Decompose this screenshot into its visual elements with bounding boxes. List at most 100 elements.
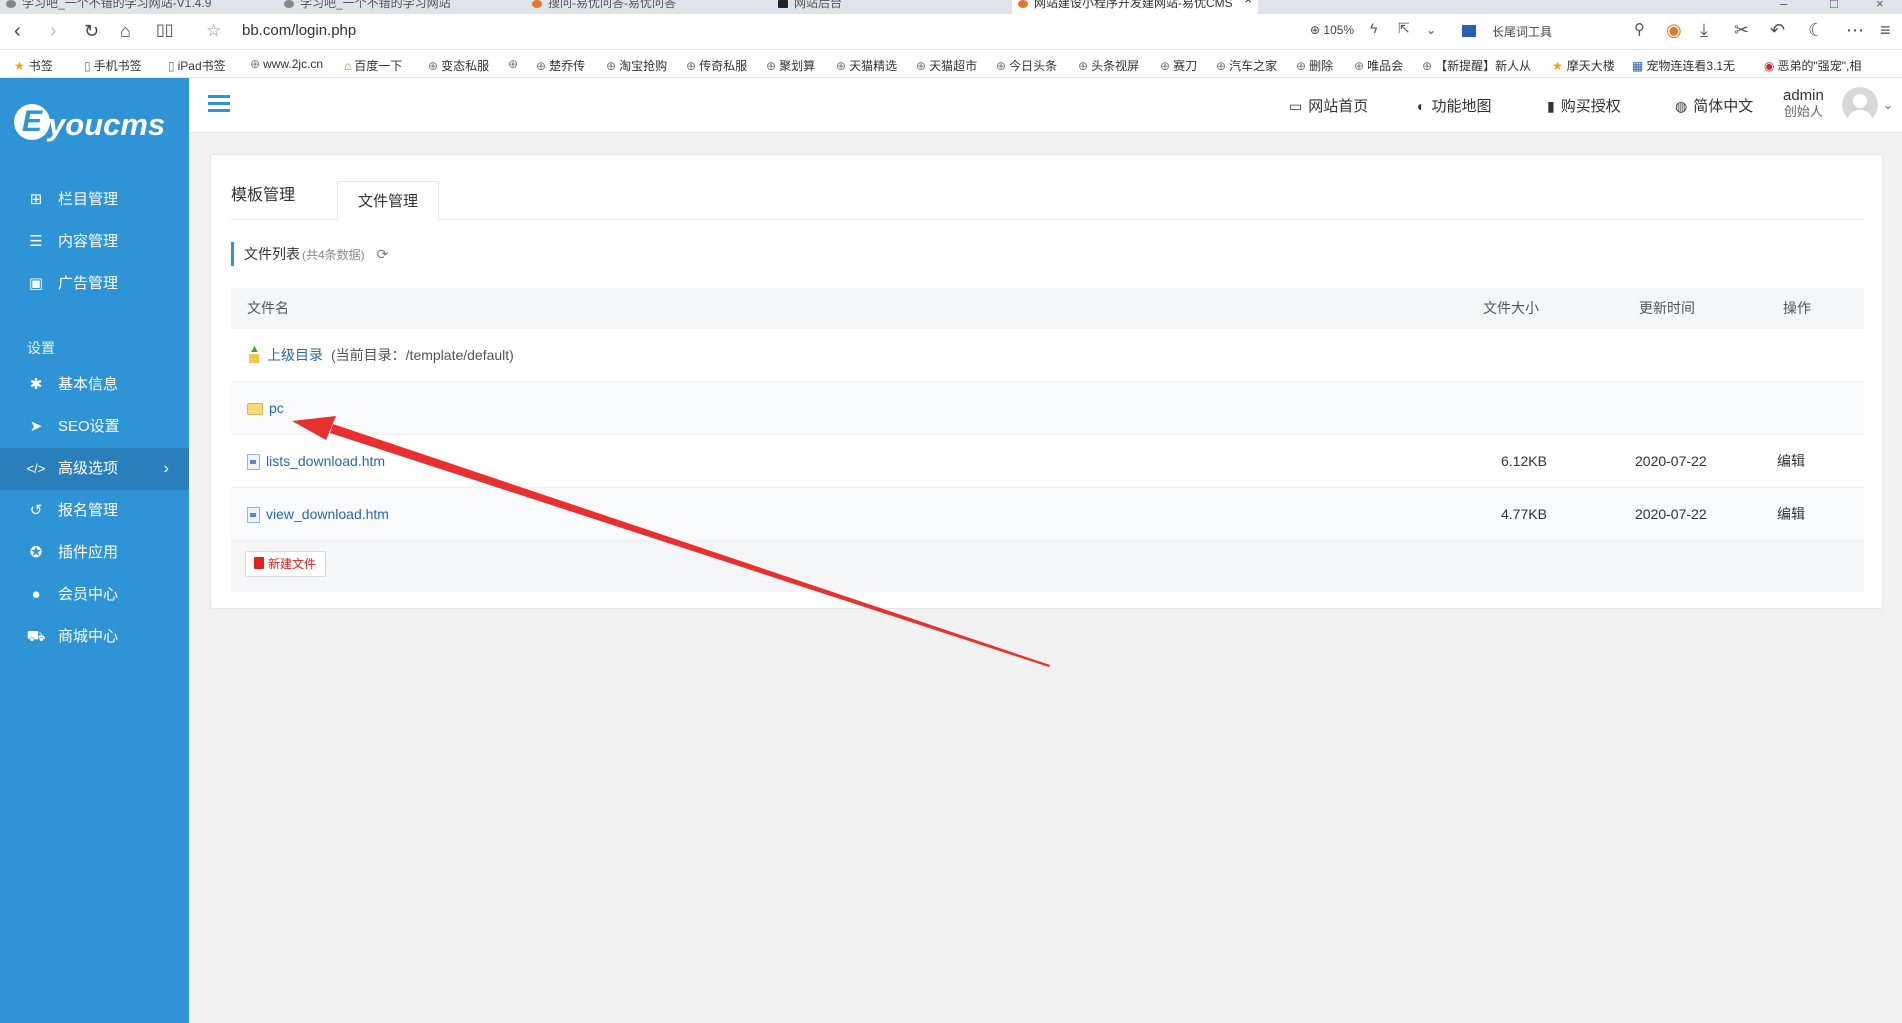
table-header: 文件名 文件大小 更新时间 操作 (231, 288, 1864, 329)
back-icon[interactable]: ‹ (14, 19, 21, 43)
file-name-cell: view_download.htm (247, 488, 389, 541)
bookmark-item[interactable]: ⊕ 天猫超市 (916, 57, 977, 74)
bookmark-item[interactable]: ⊕ 变态私服 (428, 57, 489, 74)
bookmark-item[interactable]: ⊕ 汽车之家 (1216, 57, 1277, 74)
tab-favicon-icon (1018, 0, 1028, 8)
browser-tab-active[interactable]: 网站建设小程序开发建网站-易优CMS × (1012, 0, 1258, 14)
browser-tab[interactable]: 学习吧_一个不错的学习网站-V1.4.9 (0, 0, 278, 14)
url-field[interactable]: bb.com/login.php (242, 22, 356, 39)
sidebar-item-seo[interactable]: ➤ SEO设置 (0, 406, 189, 448)
bookmark-item[interactable]: ⊕ 淘宝抢购 (606, 57, 667, 74)
buy-license-link[interactable]: ▮ 购买授权 (1547, 95, 1621, 116)
bookmark-item[interactable]: ⊕ 聚划算 (766, 57, 815, 74)
bookmark-item[interactable]: ⊕ 今日头条 (996, 57, 1057, 74)
globe-icon: ⊕ (536, 59, 547, 73)
zoom-level[interactable]: ⊕ 105% (1310, 23, 1354, 37)
sidebar-item-basic-info[interactable]: ✱ 基本信息 (0, 364, 189, 406)
file-table: 文件名 文件大小 更新时间 操作 上级目录 (当前目录：/template/def… (231, 288, 1864, 592)
address-bar: ‹ › ↻ ⌂ ▯▯ ☆ bb.com/login.php ⊕ 105% ϟ ⇱… (0, 14, 1902, 50)
file-link[interactable]: lists_download.htm (266, 453, 385, 469)
globe-icon: ⊕ (686, 59, 697, 73)
sidebar-item-shop[interactable]: ⛟ 商城中心 (0, 616, 189, 658)
bookmark-label: 汽车之家 (1229, 59, 1278, 73)
bookmark-icon: ▮ (1547, 98, 1555, 114)
tab-favicon-icon (532, 0, 542, 8)
user-info[interactable]: admin 创始人 (1783, 88, 1824, 120)
game-icon[interactable]: ◉ (1666, 20, 1682, 41)
folder-link-pc[interactable]: pc (269, 400, 284, 416)
bookmark-item[interactable]: ★ 书签 (14, 57, 53, 74)
bookmark-item[interactable]: ▦ 宠物连连看3.1无 (1632, 57, 1735, 74)
flash-icon[interactable]: ϟ (1370, 20, 1377, 36)
close-window-icon[interactable]: × (1876, 0, 1884, 11)
bookmark-label: 楚乔传 (549, 59, 586, 73)
file-link[interactable]: view_download.htm (266, 506, 389, 522)
sidebar-item-columns[interactable]: ⊞ 栏目管理 (0, 179, 189, 221)
bookmark-item[interactable]: ⊕ 【新提醒】新人从 (1422, 57, 1531, 74)
sidebar-item-plugins[interactable]: ✪ 插件应用 (0, 532, 189, 574)
sidebar-item-registration[interactable]: ↺ 报名管理 (0, 490, 189, 532)
bookmark-item[interactable]: ⊕ 天猫精选 (836, 57, 897, 74)
new-file-button[interactable]: 新建文件 (245, 551, 327, 577)
parent-dir-link[interactable]: 上级目录 (267, 347, 323, 363)
reload-icon[interactable]: ↻ (84, 19, 99, 43)
scissors-icon[interactable]: ✂ (1734, 20, 1749, 41)
bookmark-item[interactable]: ⊕ 楚乔传 (536, 57, 585, 74)
share-icon[interactable]: ⇱ (1398, 20, 1410, 37)
dropdown-icon[interactable]: ⌄ (1426, 23, 1436, 37)
bookmark-item[interactable]: ⊕ 赛刀 (1160, 57, 1197, 74)
bookmark-item[interactable]: ⊕ 唯品会 (1354, 57, 1403, 74)
maximize-icon[interactable]: □ (1830, 0, 1838, 11)
bookmark-item[interactable]: ⊕ 删除 (1296, 57, 1333, 74)
browser-tab[interactable]: 搜问-易优问答-易优问答 (526, 0, 772, 14)
browser-tab[interactable]: 学习吧_一个不错的学习网站 (278, 0, 526, 14)
cart-icon: ⛟ (26, 628, 46, 645)
bookmark-item[interactable]: ⊕ (508, 57, 521, 71)
forward-icon[interactable]: › (50, 19, 57, 43)
edit-link[interactable]: 编辑 (1777, 435, 1805, 488)
feature-map-link[interactable]: ◐ 功能地图 (1417, 95, 1491, 116)
tab-file-management[interactable]: 文件管理 (337, 181, 440, 221)
reading-mode-icon[interactable]: ▯▯ (156, 19, 174, 43)
bookmark-item[interactable]: ★ 摩天大楼 (1552, 57, 1615, 74)
undo-icon[interactable]: ↶ (1770, 20, 1785, 41)
site-home-link[interactable]: ▭ 网站首页 (1289, 95, 1368, 116)
minimize-icon[interactable]: – (1780, 0, 1787, 11)
language-link[interactable]: ◍ 简体中文 (1675, 95, 1753, 116)
search-icon[interactable]: ⚲ (1634, 20, 1645, 38)
bookmark-item[interactable]: ⊕ 传奇私服 (686, 57, 747, 74)
sidebar-item-advanced[interactable]: </> 高级选项 › (0, 448, 189, 490)
tab-favicon-icon (284, 0, 294, 8)
star-icon[interactable]: ☆ (206, 19, 221, 43)
bookmark-label: 唯品会 (1367, 59, 1404, 73)
bookmark-item[interactable]: ⊕ 头条视屏 (1078, 57, 1139, 74)
bookmark-label: www.2jc.cn (263, 57, 324, 71)
edit-link[interactable]: 编辑 (1777, 488, 1805, 541)
panel-tabs: 模板管理 文件管理 (231, 155, 1864, 221)
bookmark-item[interactable]: ◉ 恶弟的"强宠",相 (1764, 57, 1861, 74)
file-size: 4.77KB (1501, 506, 1547, 522)
more-icon[interactable]: ⋯ (1846, 20, 1864, 41)
bookmark-item[interactable]: ▯ iPad书签 (168, 57, 226, 74)
tab-template-management[interactable]: 模板管理 (231, 181, 295, 205)
sidebar-item-members[interactable]: ● 会员中心 (0, 574, 189, 616)
download-icon[interactable]: ⤓ (1700, 20, 1708, 41)
hamburger-menu-icon[interactable] (208, 95, 230, 113)
file-icon (247, 507, 260, 524)
tab-title: 网站后台 (794, 0, 843, 10)
avatar[interactable] (1842, 87, 1878, 123)
bookmark-item[interactable]: ▯ 手机书签 (84, 57, 142, 74)
chevron-down-icon[interactable]: ⌄ (1883, 98, 1893, 112)
up-folder-icon (247, 342, 261, 364)
sidebar-item-content[interactable]: ☰ 内容管理 (0, 221, 189, 263)
refresh-icon[interactable]: ⟳ (377, 246, 389, 262)
browser-tab[interactable]: 网站后台 (772, 0, 1012, 14)
home-icon[interactable]: ⌂ (120, 19, 131, 43)
moon-icon[interactable]: ☾ (1808, 20, 1824, 41)
bookmark-item[interactable]: ⌂ 百度一下 (344, 57, 402, 74)
menu-icon[interactable]: ≡ (1880, 20, 1891, 41)
bookmark-item[interactable]: ⊕ www.2jc.cn (250, 57, 323, 71)
sidebar-item-ads[interactable]: ▣ 广告管理 (0, 263, 189, 305)
toolbar-tool[interactable]: 长尾词工具 (1462, 23, 1552, 40)
close-tab-icon[interactable]: × (1244, 0, 1252, 6)
